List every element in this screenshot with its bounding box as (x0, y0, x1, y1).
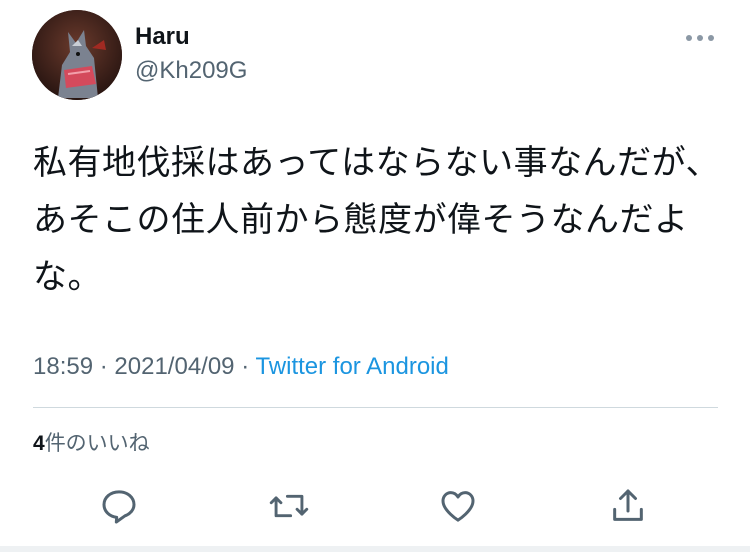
tweet-date[interactable]: 2021/04/09 (114, 353, 234, 380)
author-handle[interactable]: @Kh209G (135, 56, 247, 86)
tweet-text: 私有地伐採はあってはならない事なんだが、あそこの住人前から態度が偉そうなんだよな… (33, 143, 720, 297)
reply-button[interactable] (91, 478, 147, 534)
likes-count: 4 (33, 432, 45, 455)
author-display-name[interactable]: Haru (135, 22, 190, 52)
like-button[interactable] (430, 478, 486, 534)
likes-summary[interactable]: 4件のいいね (33, 428, 150, 459)
tweet-detail: Haru @Kh209G 私有地伐採はあってはならない事なんだが、あそこの住人前… (0, 0, 750, 552)
bottom-edge (0, 546, 750, 552)
more-options-button[interactable] (680, 24, 720, 52)
share-button[interactable] (600, 478, 656, 534)
retweet-button[interactable] (261, 478, 317, 534)
heart-icon (441, 491, 475, 522)
tweet-time[interactable]: 18:59 (33, 353, 93, 380)
avatar[interactable] (32, 10, 122, 100)
retweet-icon (269, 494, 309, 518)
divider (33, 407, 718, 408)
meta-separator: · (241, 353, 250, 380)
reply-bubble-icon (102, 490, 136, 524)
action-bar (0, 478, 750, 534)
tweet-metadata: 18:59 · 2021/04/09 · Twitter for Android (33, 351, 449, 383)
share-upload-icon (613, 489, 643, 521)
avatar-image (32, 10, 122, 100)
likes-label: 件のいいね (44, 431, 150, 455)
more-horizontal-icon (686, 35, 714, 41)
tweet-source[interactable]: Twitter for Android (255, 353, 448, 380)
meta-separator: · (99, 353, 108, 380)
